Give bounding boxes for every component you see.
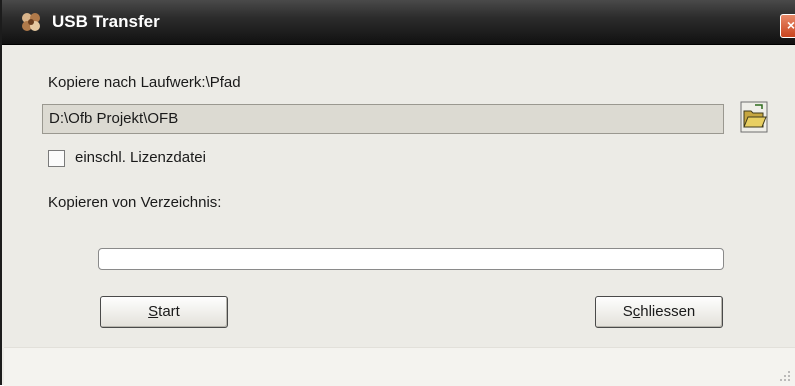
close-button[interactable]: Schliessen xyxy=(595,296,723,328)
copy-progress-bar xyxy=(98,248,724,270)
close-label-start: S xyxy=(622,303,633,320)
usb-transfer-dialog: USB Transfer × Kopiere nach Laufwerk:\Pf… xyxy=(0,0,795,386)
license-checkbox[interactable] xyxy=(48,150,65,167)
target-path-label: Kopiere nach Laufwerk:\Pfad xyxy=(48,74,241,91)
status-bar xyxy=(4,347,795,386)
title-bar[interactable]: USB Transfer × xyxy=(2,0,795,45)
start-label-rest: tart xyxy=(158,303,180,320)
folder-open-icon[interactable] xyxy=(740,101,768,133)
target-path-field[interactable]: D:\Ofb Projekt\OFB xyxy=(42,104,724,134)
start-button[interactable]: Start xyxy=(100,296,228,328)
usb-transfer-app-icon xyxy=(22,13,40,31)
window-title: USB Transfer xyxy=(52,12,160,31)
start-mnemonic: S xyxy=(148,303,159,320)
license-checkbox-label[interactable]: einschl. Lizenzdatei xyxy=(75,149,206,166)
source-directory-label: Kopieren von Verzeichnis: xyxy=(48,194,222,211)
close-window-button[interactable]: × xyxy=(780,14,795,38)
close-icon: × xyxy=(786,17,795,33)
close-label-rest: hliessen xyxy=(640,303,696,320)
resize-grip-icon[interactable] xyxy=(779,370,791,382)
